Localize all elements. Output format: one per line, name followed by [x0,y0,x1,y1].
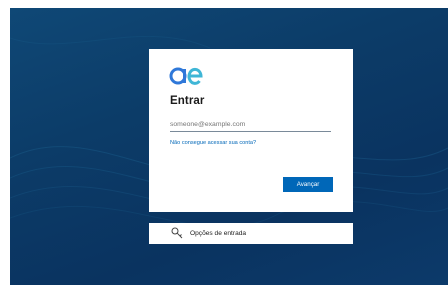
email-field[interactable] [170,117,331,132]
key-icon [171,227,183,239]
ae-logo [169,67,203,85]
signin-card: Entrar Não consegue acessar sua conta? A… [149,49,353,212]
signin-options-button[interactable]: Opções de entrada [149,223,353,244]
next-button[interactable]: Avançar [283,177,333,192]
page-title: Entrar [170,95,205,107]
cant-access-account-link[interactable]: Não consegue acessar sua conta? [170,140,256,146]
signin-options-label: Opções de entrada [190,230,247,237]
